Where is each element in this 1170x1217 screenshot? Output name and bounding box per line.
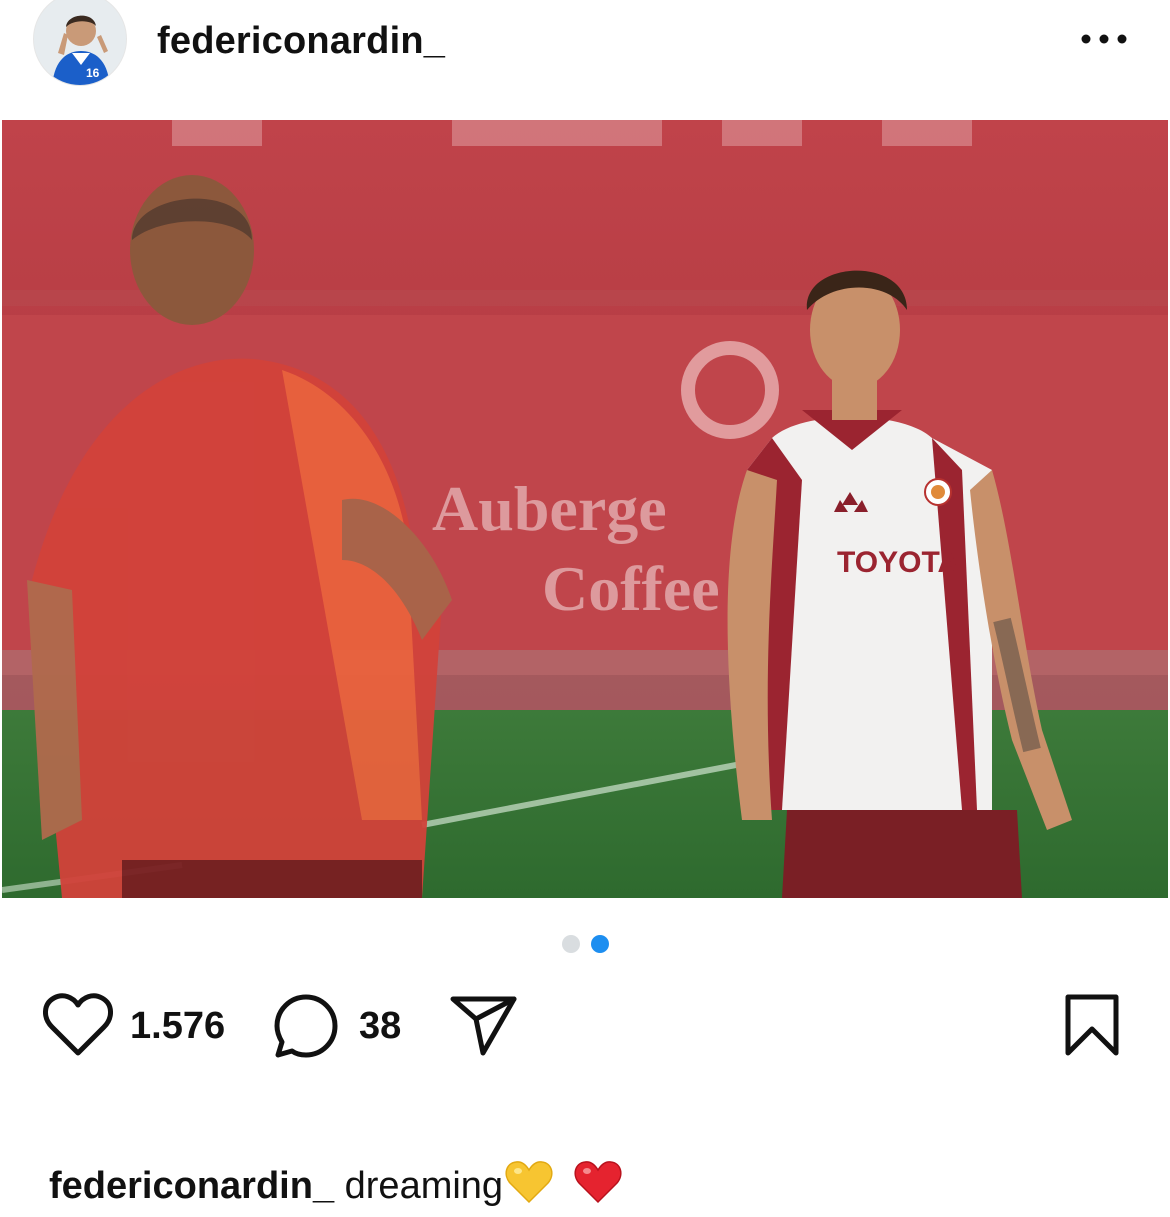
svg-text:16: 16 xyxy=(86,66,100,80)
post-header: 16 federiconardin_ xyxy=(0,0,1170,118)
post-username[interactable]: federiconardin_ xyxy=(157,20,445,63)
banner-text-line1: Auberge xyxy=(432,473,667,544)
more-horizontal-icon xyxy=(1081,34,1127,44)
photo-illustration: Auberge Coffee TOYOTA xyxy=(2,120,1168,898)
like-button[interactable] xyxy=(43,993,113,1057)
post-photo[interactable]: Auberge Coffee TOYOTA xyxy=(2,120,1168,898)
red-heart-emoji xyxy=(574,1160,622,1214)
carousel-dot-1 xyxy=(562,935,580,953)
caption-username[interactable]: federiconardin_ xyxy=(49,1165,334,1207)
avatar-image: 16 xyxy=(34,0,126,85)
comments-count[interactable]: 38 xyxy=(359,1005,401,1048)
save-button[interactable] xyxy=(1064,993,1120,1057)
bookmark-icon xyxy=(1065,994,1119,1056)
carousel-dot-2 xyxy=(591,935,609,953)
carousel-indicator xyxy=(560,935,610,953)
paper-plane-icon xyxy=(450,996,517,1056)
banner-text-line2: Coffee xyxy=(542,553,720,624)
avatar[interactable]: 16 xyxy=(33,0,127,86)
caption-text: dreaming xyxy=(344,1165,504,1207)
jersey-text: TOYOTA xyxy=(837,546,959,579)
yellow-heart-emoji xyxy=(505,1160,553,1214)
comment-bubble-icon xyxy=(274,994,338,1058)
heart-outline-icon xyxy=(43,993,113,1056)
more-options-button[interactable] xyxy=(1076,30,1132,48)
post-caption: federiconardin_ dreaming xyxy=(49,1160,622,1214)
likes-count[interactable]: 1.576 xyxy=(130,1005,225,1048)
share-button[interactable] xyxy=(450,995,518,1057)
action-bar: 1.576 38 xyxy=(0,985,1170,1065)
comment-button[interactable] xyxy=(273,993,339,1059)
